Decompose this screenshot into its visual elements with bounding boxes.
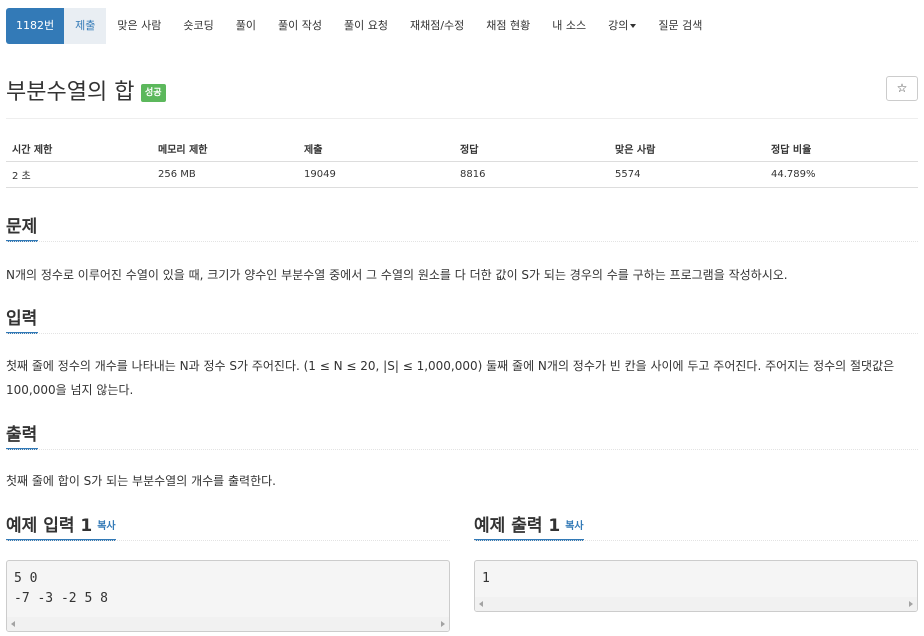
tab-rejudge[interactable]: 재채점/수정 — [399, 8, 475, 44]
tab-status[interactable]: 채점 현황 — [475, 8, 541, 44]
description-heading: 문제 — [6, 217, 38, 237]
sample-output-heading: 예제 출력 1 복사 — [474, 511, 584, 536]
scroll-left-icon[interactable] — [11, 621, 15, 627]
accept-rate-value: 44.789% — [765, 161, 918, 188]
memory-limit-header: 메모리 제한 — [152, 137, 298, 162]
table-header-row: 시간 제한 메모리 제한 제출 정답 맞은 사람 정답 비율 — [6, 137, 918, 162]
accept-rate-header: 정답 비율 — [765, 137, 918, 162]
output-text: 첫째 줄에 합이 S가 되는 부분수열의 개수를 출력한다. — [6, 474, 276, 488]
sample-output-code: 1 — [482, 571, 490, 586]
accepted-users-header: 맞은 사람 — [609, 137, 765, 162]
problem-info-table: 시간 제한 메모리 제한 제출 정답 맞은 사람 정답 비율 2 초 256 M… — [6, 137, 918, 188]
copy-sample-input-link[interactable]: 복사 — [97, 521, 115, 532]
output-divider — [6, 449, 918, 450]
accepted-header: 정답 — [454, 137, 609, 162]
time-limit-value: 2 초 — [6, 161, 152, 188]
input-heading: 입력 — [6, 309, 38, 329]
table-row: 2 초 256 MB 19049 8816 5574 44.789% — [6, 161, 918, 188]
star-icon: ☆ — [896, 81, 908, 95]
scroll-right-icon[interactable] — [441, 621, 445, 627]
tab-lectures-label: 강의 — [608, 19, 629, 32]
status-badge: 성공 — [141, 84, 166, 102]
description-text: N개의 정수로 이루어진 수열이 있을 때, 크기가 양수인 부분수열 중에서 … — [6, 268, 788, 282]
sample-input-title: 예제 입력 1 — [6, 516, 93, 536]
page-title: 부분수열의 합 — [6, 80, 135, 105]
input-divider — [6, 333, 918, 334]
scroll-right-icon[interactable] — [909, 601, 913, 607]
title-divider — [6, 118, 918, 119]
scroll-left-icon[interactable] — [479, 601, 483, 607]
input-text: 첫째 줄에 정수의 개수를 나타내는 N과 정수 S가 주어진다. (1 ≤ N… — [6, 359, 895, 397]
tab-short-coding[interactable]: 숏코딩 — [172, 8, 224, 44]
tab-submit[interactable]: 제출 — [64, 8, 107, 44]
tab-problem-number[interactable]: 1182번 — [6, 8, 65, 44]
submissions-header: 제출 — [298, 137, 454, 162]
sample-output-box[interactable]: 1 — [474, 560, 918, 612]
tab-lectures[interactable]: 강의 — [597, 8, 647, 44]
time-limit-header: 시간 제한 — [6, 137, 152, 162]
tab-my-source[interactable]: 내 소스 — [541, 8, 597, 44]
sample-output-scrollbar[interactable] — [475, 597, 917, 611]
accepted-users-value: 5574 — [609, 161, 765, 188]
sample-input-code: 5 0 -7 -3 -2 5 8 — [14, 571, 108, 606]
sample-output-divider — [474, 540, 918, 541]
tab-request-solution[interactable]: 풀이 요청 — [333, 8, 399, 44]
caret-down-icon — [630, 24, 637, 28]
tab-write-solution[interactable]: 풀이 작성 — [267, 8, 333, 44]
tab-accepted-users[interactable]: 맞은 사람 — [106, 8, 172, 44]
sample-output-title: 예제 출력 1 — [474, 516, 561, 536]
accepted-value: 8816 — [454, 161, 609, 188]
sample-input-box[interactable]: 5 0 -7 -3 -2 5 8 — [6, 560, 450, 632]
memory-limit-value: 256 MB — [152, 161, 298, 188]
tab-question-search[interactable]: 질문 검색 — [647, 8, 713, 44]
favorite-button[interactable]: ☆ — [886, 76, 918, 101]
description-divider — [6, 241, 918, 242]
copy-sample-output-link[interactable]: 복사 — [565, 521, 583, 532]
sample-input-scrollbar[interactable] — [7, 617, 449, 631]
sample-input-heading: 예제 입력 1 복사 — [6, 511, 116, 536]
sample-input-divider — [6, 540, 450, 541]
tab-solutions[interactable]: 풀이 — [225, 8, 267, 44]
output-heading: 출력 — [6, 425, 38, 445]
problem-nav: 1182번 제출 맞은 사람 숏코딩 풀이 풀이 작성 풀이 요청 재채점/수정… — [6, 8, 713, 44]
submissions-value: 19049 — [298, 161, 454, 188]
